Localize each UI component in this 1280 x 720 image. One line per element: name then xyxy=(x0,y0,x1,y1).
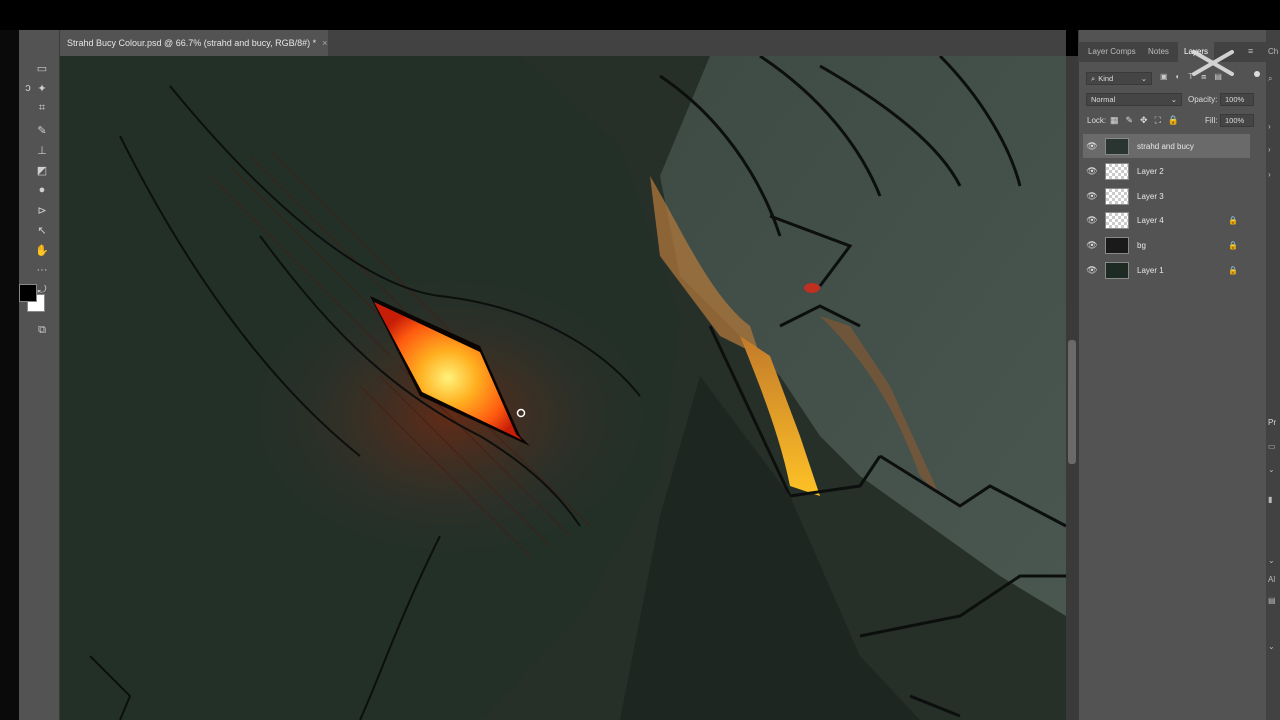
eyedropper-icon[interactable]: ✎ xyxy=(33,122,51,138)
layer-name: strahd and bucy xyxy=(1137,141,1194,151)
hand-icon[interactable]: ✋ xyxy=(33,242,51,258)
layer-row[interactable]: 👁 Layer 2 xyxy=(1083,159,1250,183)
chevron-right-icon[interactable]: › xyxy=(1268,122,1271,131)
layer-name: bg xyxy=(1137,240,1146,250)
canvas[interactable] xyxy=(60,56,1066,720)
blur-icon[interactable]: ● xyxy=(33,182,51,198)
eye-icon[interactable]: 👁 xyxy=(1083,141,1101,152)
layer-thumbnail xyxy=(1105,211,1129,229)
chevron-down-icon[interactable]: ⌄ xyxy=(1268,642,1275,651)
capcut-watermark-logo xyxy=(1192,50,1234,76)
left-black-band xyxy=(0,30,19,720)
layer-name: Layer 4 xyxy=(1137,215,1164,225)
opacity-label: Opacity: xyxy=(1188,95,1218,104)
fill-input[interactable]: 100% xyxy=(1220,114,1254,127)
layer-thumbnail xyxy=(1105,236,1129,254)
close-tab-icon[interactable]: × xyxy=(322,38,327,48)
layer-row[interactable]: 👁 Layer 3 xyxy=(1083,184,1250,208)
layer-name: Layer 3 xyxy=(1137,191,1164,201)
properties-panel-label[interactable]: Pr xyxy=(1268,418,1276,427)
crop-icon[interactable]: ⌗ xyxy=(33,100,51,116)
blend-mode-value: Normal xyxy=(1091,95,1116,104)
direct-selection-icon[interactable]: ↖ xyxy=(33,222,51,238)
layer-name: Layer 2 xyxy=(1137,166,1164,176)
layer-thumbnail xyxy=(1105,261,1129,279)
layer-row[interactable]: 👁 bg 🔒 xyxy=(1083,233,1250,257)
document-tab[interactable]: Strahd Bucy Colour.psd @ 66.7% (strahd a… xyxy=(60,30,328,56)
document-tab-title: Strahd Bucy Colour.psd @ 66.7% (strahd a… xyxy=(67,38,317,48)
layer-filter-select[interactable]: ⌕ Kind ⌄ xyxy=(1086,72,1152,85)
align-panel-label[interactable]: Al xyxy=(1268,575,1275,584)
layer-row[interactable]: 👁 Layer 4 🔒 xyxy=(1083,208,1250,232)
layer-thumbnail xyxy=(1105,187,1129,205)
eye-icon[interactable]: 👁 xyxy=(1083,191,1101,202)
lock-options-icons[interactable]: ▦✎✥⛶🔒 xyxy=(1110,115,1186,126)
search-icon[interactable]: ⌕ xyxy=(1268,74,1272,84)
eye-icon[interactable]: 👁 xyxy=(1083,166,1101,177)
artwork xyxy=(60,56,1066,720)
eye-icon[interactable]: 👁 xyxy=(1083,215,1101,226)
lock-icon: 🔒 xyxy=(1228,215,1238,225)
magic-wand-icon[interactable]: ✦ xyxy=(33,80,51,96)
opacity-input[interactable]: 100% xyxy=(1220,93,1254,106)
layer-row[interactable]: 👁 Layer 1 🔒 xyxy=(1083,258,1250,282)
eye-icon[interactable]: 👁 xyxy=(1083,265,1101,276)
eye-icon[interactable]: 👁 xyxy=(1083,240,1101,251)
chevron-down-icon[interactable]: ⌄ xyxy=(1268,465,1275,474)
properties-icon[interactable]: ▮ xyxy=(1268,495,1272,504)
layer-row[interactable]: 👁 strahd and bucy xyxy=(1083,134,1250,158)
path-selection-icon[interactable]: ⊳ xyxy=(33,202,51,218)
tools-panel: ▭ ↄ ✦ ⌗ ✎ ⊥ ◩ ● ⊳ ↖ ✋ ··· ⤾ ⧉ xyxy=(19,30,60,720)
marquee-icon[interactable]: ▭ xyxy=(33,60,51,76)
eraser-icon[interactable]: ◩ xyxy=(33,162,51,178)
chevron-right-icon[interactable]: › xyxy=(1268,145,1271,154)
chevron-down-icon[interactable]: ⌄ xyxy=(1268,556,1275,565)
layer-thumbnail xyxy=(1105,162,1129,180)
vertical-scrollbar-thumb[interactable] xyxy=(1068,340,1076,464)
fill-label: Fill: xyxy=(1205,116,1218,125)
search-icon: ⌕ xyxy=(1091,73,1096,83)
tab-layer-comps[interactable]: Layer Comps xyxy=(1088,42,1136,62)
tab-notes[interactable]: Notes xyxy=(1148,42,1169,62)
chevron-down-icon: ⌄ xyxy=(1140,74,1147,83)
layer-thumbnail xyxy=(1105,137,1129,155)
lock-icon: 🔒 xyxy=(1228,240,1238,250)
chevron-down-icon: ⌄ xyxy=(1170,95,1177,104)
more-tools-icon[interactable]: ··· xyxy=(33,262,51,278)
chevron-right-icon[interactable]: › xyxy=(1268,170,1271,179)
collapsed-panels-strip xyxy=(1266,30,1280,720)
panel-menu-icon[interactable]: ≡ xyxy=(1248,46,1253,56)
filter-toggle-icon[interactable] xyxy=(1254,71,1260,77)
lock-label: Lock: xyxy=(1087,116,1107,125)
blend-mode-select[interactable]: Normal ⌄ xyxy=(1086,93,1182,106)
screen-mode-icon[interactable]: ⧉ xyxy=(33,322,51,338)
channels-panel-label[interactable]: Ch xyxy=(1268,47,1278,56)
top-black-band xyxy=(0,0,1280,30)
layer-name: Layer 1 xyxy=(1137,265,1164,275)
properties-icon[interactable]: ▭ xyxy=(1268,442,1276,451)
layer-filter-label: Kind xyxy=(1098,74,1114,83)
align-icon[interactable]: ▤ xyxy=(1268,596,1276,605)
lock-icon: 🔒 xyxy=(1228,265,1238,275)
foreground-color-swatch[interactable] xyxy=(19,284,37,302)
clone-stamp-icon[interactable]: ⊥ xyxy=(33,142,51,158)
